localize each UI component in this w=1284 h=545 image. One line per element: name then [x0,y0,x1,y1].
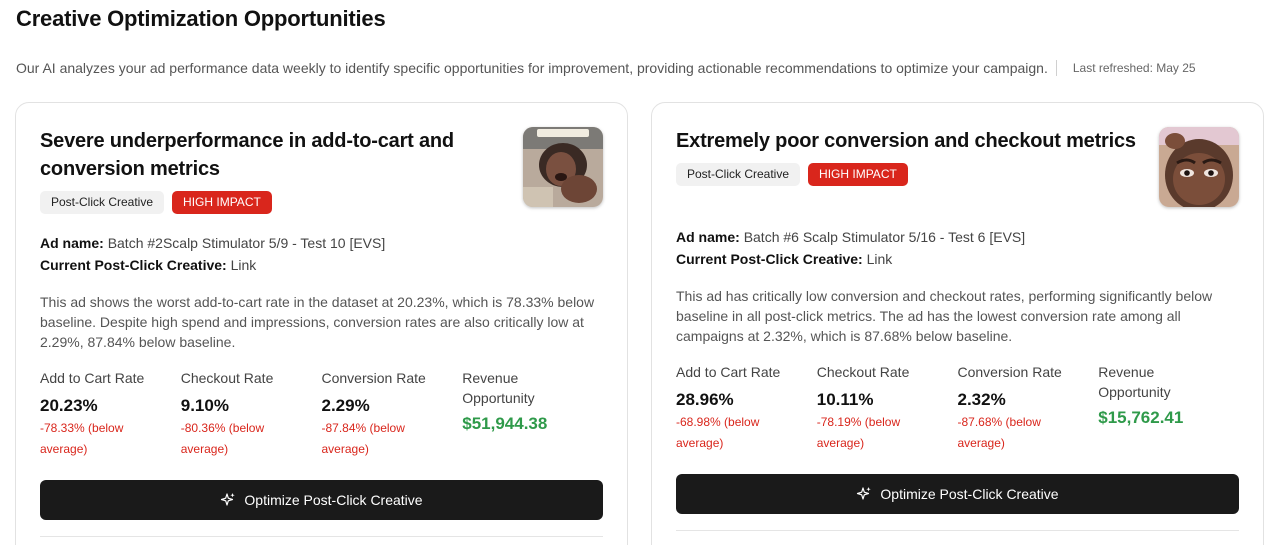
metric-delta: -68.98% (below average) [676,415,760,450]
ad-thumbnail-image [1159,127,1239,207]
creative-value: Link [230,257,257,273]
creative-row: Current Post-Click Creative: Link [40,254,603,276]
revenue-label: Revenue Opportunity [1098,364,1171,400]
metric-label: Add to Cart Rate [40,370,145,386]
impact-badge: HIGH IMPACT [172,191,272,214]
metrics-row: Add to Cart Rate 28.96% -68.98% (below a… [676,362,1239,454]
ad-meta: Ad name: Batch #6 Scalp Stimulator 5/16 … [676,226,1239,270]
metric-conversion: Conversion Rate 2.32% -87.68% (below ave… [958,362,1099,454]
metric-value: 9.10% [180,396,229,415]
metric-delta: -87.68% (below average) [957,415,1041,450]
badge-row: Post-Click Creative HIGH IMPACT [676,163,1239,186]
card-divider [676,530,1239,531]
metric-label: Checkout Rate [816,364,910,380]
category-badge: Post-Click Creative [676,163,801,186]
metric-label: Conversion Rate [957,364,1062,380]
creative-label: Current Post-Click Creative: [676,251,863,267]
creative-label: Current Post-Click Creative: [40,257,227,273]
card-title: Severe underperformance in add-to-cart a… [40,130,454,180]
metric-delta: -87.84% (below average) [321,421,405,456]
ad-name-value: Batch #2Scalp Stimulator 5/9 - Test 10 [… [107,235,386,251]
metric-revenue: Revenue Opportunity $51,944.38 [462,368,603,460]
page-title: Creative Optimization Opportunities [16,6,386,31]
revenue-label: Revenue Opportunity [462,370,535,406]
subtitle-row: Our AI analyzes your ad performance data… [16,60,1196,76]
metric-conversion: Conversion Rate 2.29% -87.84% (below ave… [322,368,463,460]
impact-badge: HIGH IMPACT [808,163,908,186]
metric-add-to-cart: Add to Cart Rate 20.23% -78.33% (below a… [40,368,181,460]
metric-value: 2.32% [957,390,1006,409]
optimize-post-click-button[interactable]: Optimize Post-Click Creative [676,474,1239,514]
revenue-value: $51,944.38 [462,414,548,433]
sparkle-icon [220,492,236,508]
ad-meta: Ad name: Batch #2Scalp Stimulator 5/9 - … [40,232,603,276]
ad-name-value: Batch #6 Scalp Stimulator 5/16 - Test 6 … [743,229,1026,245]
metric-label: Checkout Rate [180,370,274,386]
sparkle-icon [856,486,872,502]
card-description: This ad has critically low conversion an… [676,288,1213,344]
card-description: This ad shows the worst add-to-cart rate… [40,294,595,350]
creative-row: Current Post-Click Creative: Link [676,248,1239,270]
revenue-value: $15,762.41 [1098,408,1184,427]
ad-thumbnail[interactable] [523,127,603,207]
creative-optimization-page: Creative Optimization Opportunities Our … [0,0,1284,545]
metric-checkout: Checkout Rate 9.10% -80.36% (below avera… [181,368,322,460]
ad-thumbnail[interactable] [1159,127,1239,207]
metric-revenue: Revenue Opportunity $15,762.41 [1098,362,1239,454]
metric-delta: -78.33% (below average) [40,421,124,456]
creative-value: Link [866,251,893,267]
badge-row: Post-Click Creative HIGH IMPACT [40,191,603,214]
metrics-row: Add to Cart Rate 20.23% -78.33% (below a… [40,368,603,460]
metric-value: 10.11% [816,390,874,409]
ad-name-row: Ad name: Batch #6 Scalp Stimulator 5/16 … [676,226,1239,248]
metric-value: 20.23% [40,396,98,415]
metric-label: Add to Cart Rate [676,364,781,380]
ad-name-label: Ad name: [676,229,740,245]
opportunity-card: Severe underperformance in add-to-cart a… [15,102,628,545]
metric-value: 2.29% [321,396,370,415]
metric-label: Conversion Rate [321,370,426,386]
page-subtitle: Our AI analyzes your ad performance data… [16,60,1048,76]
metric-value: 28.96% [676,390,734,409]
optimize-post-click-button[interactable]: Optimize Post-Click Creative [40,480,603,520]
metric-delta: -80.36% (below average) [180,421,265,456]
card-divider [40,536,603,537]
opportunity-card: Extremely poor conversion and checkout m… [651,102,1264,545]
optimize-button-label: Optimize Post-Click Creative [244,492,423,508]
metric-delta: -78.19% (below average) [816,415,901,450]
ad-name-label: Ad name: [40,235,104,251]
category-badge: Post-Click Creative [40,191,165,214]
metric-add-to-cart: Add to Cart Rate 28.96% -68.98% (below a… [676,362,817,454]
subtitle-divider [1055,60,1057,76]
metric-checkout: Checkout Rate 10.11% -78.19% (below aver… [817,362,958,454]
last-refreshed: Last refreshed: May 25 [1072,61,1196,75]
ad-thumbnail-image [523,127,603,207]
card-title: Extremely poor conversion and checkout m… [676,130,1136,152]
ad-name-row: Ad name: Batch #2Scalp Stimulator 5/9 - … [40,232,603,254]
optimize-button-label: Optimize Post-Click Creative [880,486,1059,502]
